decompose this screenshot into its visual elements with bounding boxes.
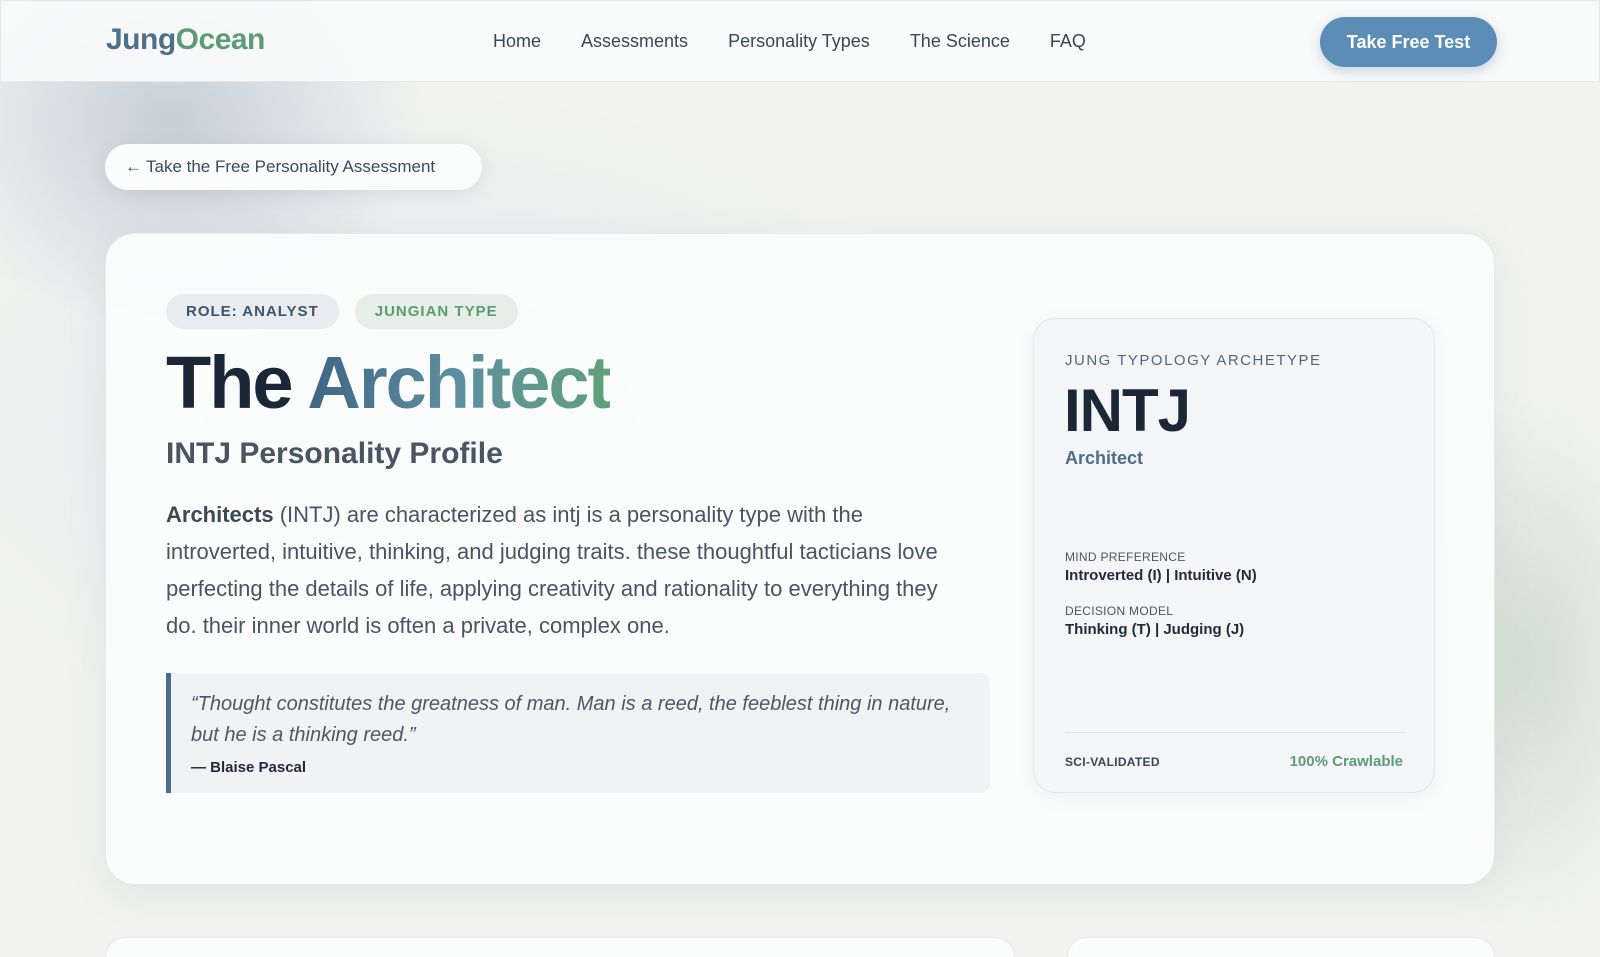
mind-preference-label: MIND PREFERENCE xyxy=(1065,550,1186,564)
divider xyxy=(1065,732,1405,733)
archetype-eyebrow: JUNG TYPOLOGY ARCHETYPE xyxy=(1065,352,1322,369)
next-section-card-left xyxy=(105,937,1015,957)
site-header: JungOcean Home Assessments Personality T… xyxy=(0,0,1600,82)
arrow-left-icon: ← xyxy=(125,157,142,176)
archetype-card: JUNG TYPOLOGY ARCHETYPE INTJ Architect M… xyxy=(1033,318,1435,793)
profile-card: ROLE: ANALYST JUNGIAN TYPE The Architect… xyxy=(105,233,1495,885)
sci-validated-label: SCI-VALIDATED xyxy=(1065,755,1160,769)
quote-author: — Blaise Pascal xyxy=(191,759,307,776)
mind-preference: MIND PREFERENCE Introverted (I) | Intuit… xyxy=(1065,550,1257,584)
nav-the-science[interactable]: The Science xyxy=(910,31,1010,52)
nav-assessments[interactable]: Assessments xyxy=(581,31,688,52)
nav-faq[interactable]: FAQ xyxy=(1050,31,1086,52)
decision-model-value: Thinking (T) | Judging (J) xyxy=(1065,621,1245,638)
badge-row: ROLE: ANALYST JUNGIAN TYPE xyxy=(166,294,534,329)
back-link-label: Take the Free Personality Assessment xyxy=(146,157,436,176)
take-free-test-button[interactable]: Take Free Test xyxy=(1320,17,1497,67)
type-badge: JUNGIAN TYPE xyxy=(354,294,518,329)
description-body: (INTJ) are characterized as intj is a pe… xyxy=(166,502,938,638)
decision-model-label: DECISION MODEL xyxy=(1065,604,1174,618)
crawlable-label: 100% Crawlable xyxy=(1289,753,1403,770)
nav-home[interactable]: Home xyxy=(493,31,541,52)
site-logo[interactable]: JungOcean xyxy=(106,23,265,57)
mind-preference-value: Introverted (I) | Intuitive (N) xyxy=(1065,567,1257,584)
pull-quote: “Thought constitutes the greatness of ma… xyxy=(166,673,990,793)
page-title: The Architect xyxy=(166,341,612,424)
profile-description: Architects (INTJ) are characterized as i… xyxy=(166,496,966,644)
page-subtitle: INTJ Personality Profile xyxy=(166,437,503,470)
type-name: Architect xyxy=(1065,448,1144,468)
role-badge: ROLE: ANALYST xyxy=(166,294,339,329)
description-lead: Architects xyxy=(166,502,274,527)
type-code: INTJ xyxy=(1064,377,1191,444)
back-to-assessment-link[interactable]: ← Take the Free Personality Assessment xyxy=(105,144,482,190)
main-nav: Home Assessments Personality Types The S… xyxy=(493,31,1126,52)
nav-personality-types[interactable]: Personality Types xyxy=(728,31,870,52)
decision-model: DECISION MODEL Thinking (T) | Judging (J… xyxy=(1065,604,1244,638)
next-section-card-right xyxy=(1067,937,1495,957)
quote-text: “Thought constitutes the greatness of ma… xyxy=(191,693,951,746)
